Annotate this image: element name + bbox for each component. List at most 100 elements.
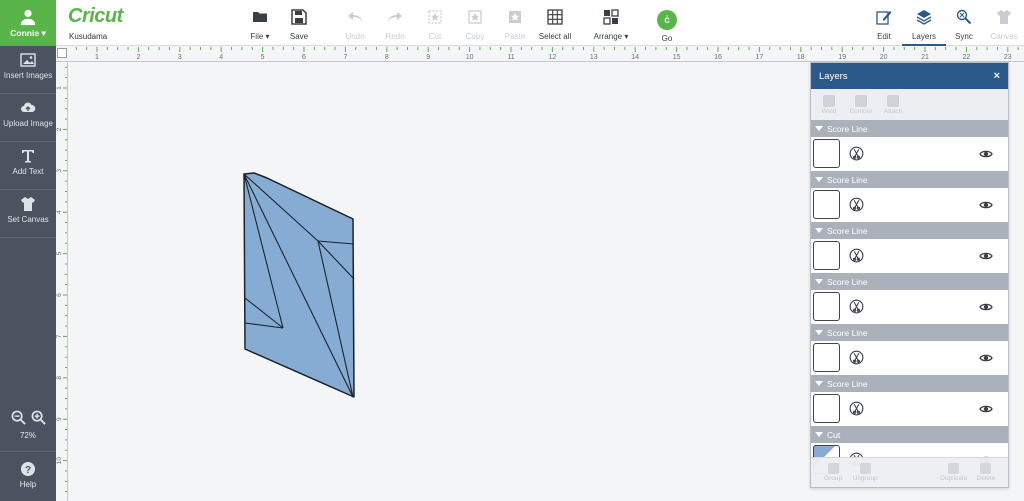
undo-button[interactable]: Undo bbox=[333, 9, 377, 41]
ruler-tick-label: 13 bbox=[590, 54, 598, 61]
caret-down-icon bbox=[815, 279, 823, 284]
ruler-tick-label: 11 bbox=[507, 54, 514, 61]
go-label: Go bbox=[661, 34, 673, 43]
select-all-button[interactable]: Select all bbox=[533, 9, 577, 41]
paste-icon bbox=[509, 11, 521, 23]
eye-icon[interactable] bbox=[979, 200, 993, 210]
caret-down-icon bbox=[815, 228, 823, 233]
layer-row[interactable] bbox=[811, 341, 1008, 375]
group-button[interactable]: Group bbox=[817, 458, 849, 487]
cut-button[interactable]: Cut bbox=[413, 9, 457, 41]
image-icon bbox=[20, 53, 36, 67]
layer-row[interactable] bbox=[811, 137, 1008, 171]
canvas-tab[interactable]: Canvas bbox=[982, 9, 1024, 41]
ruler-tick-label: 6 bbox=[56, 293, 63, 297]
paste-button[interactable]: Paste bbox=[493, 9, 537, 41]
layers-panel-header: Layers × bbox=[811, 63, 1008, 89]
ruler-corner bbox=[57, 48, 67, 58]
ungroup-label: Ungroup bbox=[852, 475, 878, 482]
help-button[interactable]: ? Help bbox=[0, 451, 56, 501]
eye-icon[interactable] bbox=[979, 353, 993, 363]
layer-group-header[interactable]: Cut bbox=[811, 426, 1008, 443]
layers-footer-bar: Group Ungroup Duplicate Delete bbox=[811, 457, 1008, 487]
layer-list: Score Line Score Line Score Line Score Line… bbox=[811, 120, 1008, 477]
layer-group-header[interactable]: Score Line bbox=[811, 171, 1008, 188]
file-label: File ▾ bbox=[250, 32, 270, 41]
cricut-logo: Cricut bbox=[68, 5, 123, 27]
ruler-tick-label: 23 bbox=[1004, 54, 1012, 61]
contour-button[interactable]: Contour bbox=[847, 89, 875, 120]
upload-cloud-icon bbox=[21, 102, 36, 112]
save-button[interactable]: Save bbox=[277, 9, 321, 41]
layer-group-label: Score Line bbox=[827, 123, 868, 134]
help-icon: ? bbox=[21, 462, 35, 476]
cut-label: Cut bbox=[428, 32, 442, 41]
upload-image-button[interactable]: Upload Image bbox=[0, 94, 56, 142]
save-label: Save bbox=[289, 32, 309, 41]
attach-icon bbox=[887, 94, 899, 107]
arrange-menu-button[interactable]: Arrange ▾ bbox=[589, 9, 633, 41]
ruler-tick-label: 7 bbox=[343, 54, 347, 61]
layer-row[interactable] bbox=[811, 239, 1008, 273]
ruler-tick-label: 7 bbox=[56, 334, 63, 338]
add-text-button[interactable]: Add Text bbox=[0, 142, 56, 190]
layer-group-header[interactable]: Score Line bbox=[811, 375, 1008, 392]
sync-tab[interactable]: Sync bbox=[942, 9, 986, 41]
eye-icon[interactable] bbox=[979, 149, 993, 159]
set-canvas-label: Set Canvas bbox=[7, 215, 49, 224]
score-line-icon[interactable] bbox=[849, 146, 864, 161]
layer-group-header[interactable]: Score Line bbox=[811, 273, 1008, 290]
weld-button[interactable]: Weld bbox=[815, 89, 843, 120]
score-line-icon[interactable] bbox=[849, 197, 864, 212]
caret-down-icon bbox=[815, 177, 823, 182]
select-all-label: Select all bbox=[538, 32, 572, 41]
layer-group-header[interactable]: Score Line bbox=[811, 324, 1008, 341]
tshirt-icon bbox=[997, 10, 1011, 24]
delete-button[interactable]: Delete bbox=[970, 458, 1002, 487]
score-line-icon[interactable] bbox=[849, 248, 864, 263]
caret-down-icon bbox=[815, 432, 823, 437]
score-line-icon[interactable] bbox=[849, 401, 864, 416]
contour-icon bbox=[855, 94, 867, 107]
ruler-tick-label: 3 bbox=[178, 54, 182, 61]
file-menu-button[interactable]: File ▾ bbox=[238, 9, 282, 41]
attach-button[interactable]: Attach bbox=[879, 89, 907, 120]
edit-tab[interactable]: Edit bbox=[862, 9, 906, 41]
zoom-out-icon[interactable] bbox=[11, 410, 26, 425]
save-icon bbox=[291, 9, 307, 25]
user-icon bbox=[20, 9, 36, 25]
layers-panel-title: Layers bbox=[819, 70, 848, 82]
eye-icon[interactable] bbox=[979, 302, 993, 312]
close-icon[interactable]: × bbox=[994, 70, 1000, 82]
kusudama-shape[interactable] bbox=[243, 172, 355, 398]
insert-images-button[interactable]: Insert Images bbox=[0, 46, 56, 94]
undo-label: Undo bbox=[345, 32, 365, 41]
layer-group-header[interactable]: Score Line bbox=[811, 222, 1008, 239]
score-line-icon[interactable] bbox=[849, 350, 864, 365]
layer-row[interactable] bbox=[811, 188, 1008, 222]
zoom-in-icon[interactable] bbox=[31, 410, 46, 425]
ruler-tick-label: 14 bbox=[631, 54, 639, 61]
user-menu[interactable]: Connie ▾ bbox=[0, 0, 56, 46]
eye-icon[interactable] bbox=[979, 251, 993, 261]
copy-button[interactable]: Copy bbox=[453, 9, 497, 41]
go-button[interactable]: ċ Go bbox=[645, 10, 689, 43]
ruler-tick-label: 5 bbox=[56, 251, 63, 255]
duplicate-button[interactable]: Duplicate bbox=[938, 458, 970, 487]
upload-image-label: Upload Image bbox=[3, 119, 53, 128]
set-canvas-button[interactable]: Set Canvas bbox=[0, 190, 56, 238]
redo-button[interactable]: Redo bbox=[373, 9, 417, 41]
ungroup-button[interactable]: Ungroup bbox=[849, 458, 881, 487]
layer-group-label: Score Line bbox=[827, 225, 868, 236]
horizontal-ruler: 1 2 3 4 5 6 7 8 9 10 11 12 13 14 15 16 17 18 19 20 21 22 23 bbox=[56, 47, 1024, 62]
layer-row[interactable] bbox=[811, 290, 1008, 324]
layers-tab[interactable]: Layers bbox=[902, 9, 946, 46]
layer-row[interactable] bbox=[811, 392, 1008, 426]
duplicate-label: Duplicate bbox=[940, 475, 968, 482]
score-line-icon[interactable] bbox=[849, 299, 864, 314]
layer-group-header[interactable]: Score Line bbox=[811, 120, 1008, 137]
ruler-tick-label: 9 bbox=[56, 417, 63, 421]
eye-icon[interactable] bbox=[979, 404, 993, 414]
ruler-tick-label: 5 bbox=[261, 54, 265, 61]
attach-label: Attach bbox=[883, 107, 903, 115]
